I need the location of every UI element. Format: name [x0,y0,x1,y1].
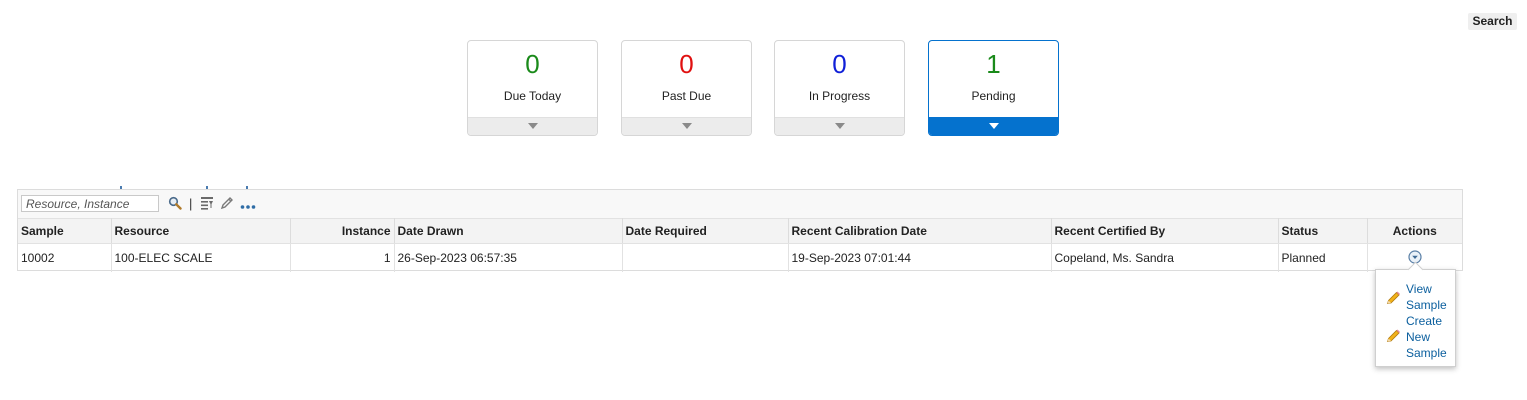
tile-past-due[interactable]: 0 Past Due [621,40,752,136]
cell-instance: 1 [290,243,395,272]
column-header-date-drawn[interactable]: Date Drawn [394,218,623,244]
edit-pencil-icon[interactable] [220,196,234,215]
toolbar-separator: | [189,196,193,211]
tile-label: Pending [971,89,1016,103]
tile-count: 1 [986,49,1001,79]
search-icon[interactable] [168,196,182,215]
tile-expand[interactable] [775,117,904,135]
samples-table-panel: | [17,189,1463,272]
cell-resource: 100-ELEC SCALE [111,243,291,272]
tile-expand[interactable] [468,117,597,135]
menu-item-create-new-sample[interactable]: Create New Sample [1386,313,1454,363]
menu-label-line: Create [1406,314,1443,328]
column-header-status[interactable]: Status [1278,218,1368,244]
tile-expand[interactable] [622,117,751,135]
tile-label: Due Today [503,89,562,103]
cell-date-drawn: 26-Sep-2023 06:57:35 [394,243,623,272]
table-header-row: Sample Resource Instance Date Drawn Date… [18,218,1462,244]
column-header-date-required[interactable]: Date Required [622,218,789,244]
column-header-recent-calibration-date[interactable]: Recent Calibration Date [788,218,1052,244]
cell-status: Planned [1278,243,1368,272]
tile-in-progress[interactable]: 0 In Progress [774,40,905,136]
actions-menu: View Sample Create New Sample [1375,261,1456,367]
tile-pending[interactable]: 1 Pending [928,40,1059,136]
samples-table: Sample Resource Instance Date Drawn Date… [18,218,1462,272]
tile-count: 0 [525,49,540,79]
tile-label: In Progress [808,89,871,103]
filter-input[interactable] [21,195,159,212]
pencil-icon [1386,291,1402,310]
caret-down-icon [681,123,692,129]
tile-due-today[interactable]: 0 Due Today [467,40,598,136]
tile-expand[interactable] [929,117,1058,135]
caret-down-icon [988,123,999,129]
column-header-sample[interactable]: Sample [18,218,112,244]
table-row[interactable]: 10002 100-ELEC SCALE 1 26-Sep-2023 06:57… [18,243,1462,272]
cell-recent-certified-by: Copeland, Ms. Sandra [1051,243,1279,272]
menu-item-view-sample[interactable]: View Sample [1386,281,1454,315]
cell-date-required [622,243,789,272]
caret-down-icon [527,123,538,129]
more-options-icon[interactable] [240,198,256,216]
column-header-recent-certified-by[interactable]: Recent Certified By [1051,218,1279,244]
pencil-icon [1386,329,1402,348]
tile-count: 0 [679,49,694,79]
tile-label: Past Due [661,89,712,103]
table-toolbar: | [18,190,1462,218]
column-header-instance[interactable]: Instance [290,218,395,244]
column-header-resource[interactable]: Resource [111,218,291,244]
menu-item-label: Create New Sample [1406,313,1454,361]
menu-label-line: View [1406,282,1432,296]
menu-label-line: Sample [1406,298,1447,312]
search-button[interactable]: Search [1468,13,1517,30]
menu-label-line: New [1406,330,1431,344]
column-header-actions: Actions [1367,218,1462,244]
caret-down-icon [834,123,845,129]
cell-sample: 10002 [18,243,112,272]
filter-list-icon[interactable] [200,196,214,215]
tile-count: 0 [832,49,847,79]
menu-item-label: View Sample [1406,281,1454,313]
menu-label-line: Sample [1406,346,1447,360]
cell-recent-calibration-date: 19-Sep-2023 07:01:44 [788,243,1052,272]
